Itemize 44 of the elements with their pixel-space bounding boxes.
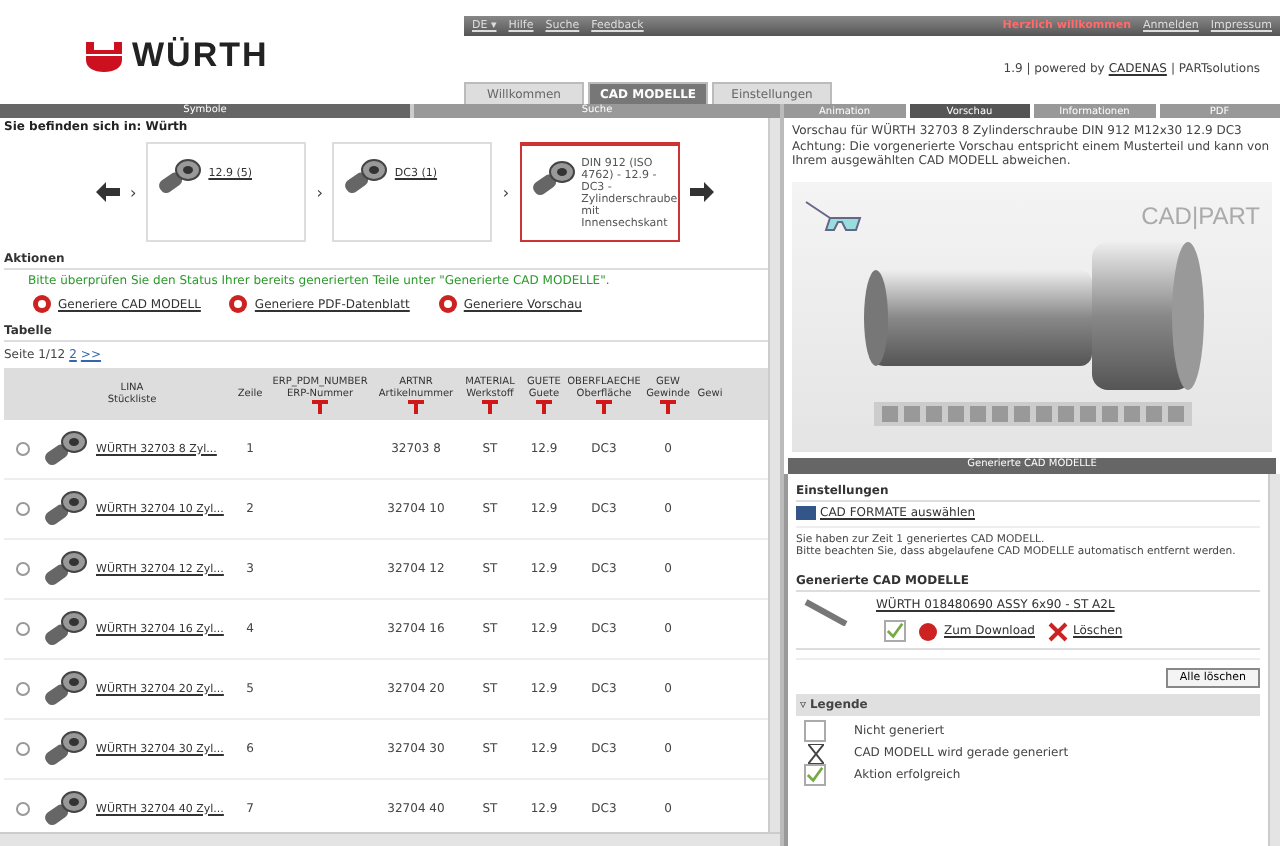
- filter-icon[interactable]: [660, 399, 676, 413]
- screw-icon: [40, 787, 88, 831]
- logo-text: WÜRTH: [132, 36, 269, 76]
- 3d-glasses-icon[interactable]: [804, 198, 864, 234]
- filter-icon[interactable]: [482, 399, 498, 413]
- delete-icon: [1047, 621, 1067, 641]
- company-logo[interactable]: WÜRTH: [0, 16, 464, 96]
- scrollbar[interactable]: [768, 118, 780, 832]
- ring-icon: [228, 294, 249, 314]
- logo-icon: [84, 40, 124, 72]
- row-radio[interactable]: [16, 502, 30, 516]
- filter-icon[interactable]: [596, 399, 612, 413]
- row-radio[interactable]: [16, 682, 30, 696]
- filter-icon[interactable]: [536, 399, 552, 413]
- ring-icon: [437, 294, 458, 314]
- row-radio[interactable]: [16, 622, 30, 636]
- check-icon: [804, 764, 826, 786]
- filter-icon[interactable]: [408, 399, 424, 413]
- screw-icon: [40, 727, 88, 771]
- scrollbar[interactable]: [1268, 474, 1280, 846]
- ring-icon: [32, 294, 52, 314]
- hourglass-icon: [807, 743, 823, 763]
- bolt-icon: [804, 598, 848, 626]
- forward-arrow-icon[interactable]: [689, 182, 714, 202]
- viewer-logo: CAD|PART: [1141, 202, 1260, 230]
- disc-icon: [918, 621, 938, 641]
- row-radio[interactable]: [16, 742, 30, 756]
- format-icon: [796, 506, 816, 520]
- filter-icon[interactable]: [312, 399, 328, 413]
- separator-icon: ›: [502, 183, 510, 201]
- separator-icon: ›: [130, 183, 137, 201]
- row-radio[interactable]: [16, 442, 30, 456]
- screw-icon: [40, 547, 88, 591]
- row-radio[interactable]: [16, 562, 30, 576]
- screw-icon: [40, 487, 88, 531]
- screw-icon: [40, 607, 88, 651]
- viewer-toolbar[interactable]: [873, 401, 1191, 425]
- scrollbar[interactable]: [0, 832, 780, 846]
- screw-icon: [40, 427, 88, 471]
- back-arrow-icon[interactable]: [96, 182, 120, 202]
- separator-icon: ›: [316, 183, 323, 201]
- screw-icon: [40, 667, 88, 711]
- empty-box-icon: [804, 720, 826, 742]
- row-radio[interactable]: [16, 802, 30, 816]
